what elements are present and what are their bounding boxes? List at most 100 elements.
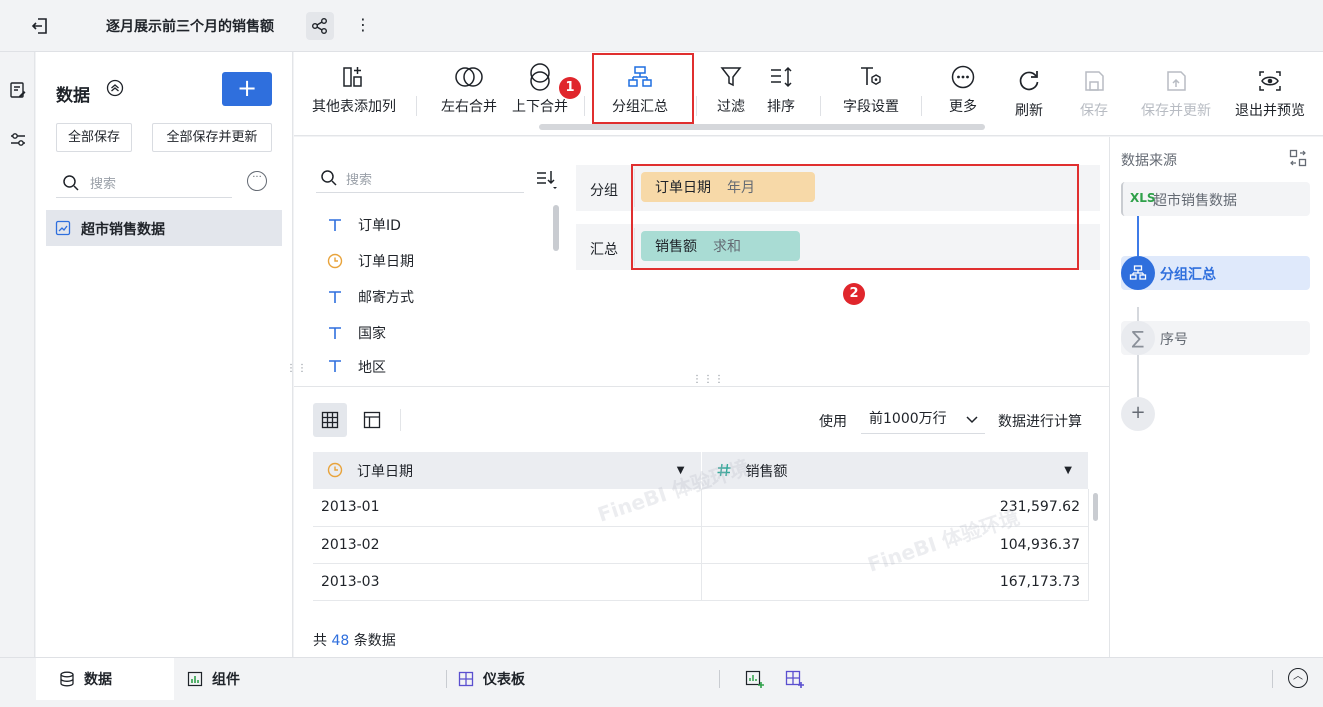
field-item[interactable]: 订单日期 (326, 249, 414, 273)
toolbar-label: 刷新 (1015, 103, 1043, 119)
dataset-item[interactable]: 超市销售数据 (46, 210, 282, 246)
flow-node-source[interactable]: XLS 超市销售数据 (1121, 182, 1310, 216)
column-header-label: 订单日期 (357, 463, 413, 480)
switch-view-icon[interactable] (1289, 149, 1307, 167)
top-bar: 逐月展示前三个月的销售额 ⋮ (0, 0, 1323, 52)
add-component-icon[interactable] (745, 669, 765, 689)
exit-icon[interactable] (30, 16, 50, 36)
field-search-input[interactable]: 搜索 (316, 165, 524, 193)
tab-label: 数据 (84, 672, 112, 688)
toolbar-divider (921, 96, 922, 116)
flow-node-label: 超市销售数据 (1153, 193, 1237, 209)
field-item[interactable]: 订单ID (326, 213, 401, 237)
flow-node-index[interactable]: ∑ 序号 (1121, 321, 1310, 355)
collapse-up-icon[interactable] (106, 79, 124, 97)
caret-down-icon[interactable]: ▼ (677, 465, 685, 476)
left-right-merge-button[interactable]: 左右合并 (437, 62, 501, 128)
table-cell[interactable]: 167,173.73 (701, 563, 1089, 601)
row-count-value: 48 (331, 633, 350, 649)
tab-divider (1272, 670, 1273, 688)
tab-dashboard[interactable]: 仪表板 (457, 658, 525, 700)
vertical-drag-handle[interactable]: ⋮⋮ (286, 364, 307, 374)
field-item[interactable]: 邮寄方式 (326, 285, 414, 309)
flow-node-group-summary[interactable]: 分组汇总 (1121, 256, 1310, 290)
save-update-icon (1167, 71, 1186, 91)
dataset-search-input[interactable]: 搜索 (56, 168, 232, 198)
expand-up-icon[interactable]: ︿ (1288, 668, 1308, 688)
use-label: 使用 (819, 414, 847, 430)
sort-button[interactable]: 排序 (762, 62, 800, 128)
row-limit-value: 前1000万行 (869, 411, 947, 427)
caret-down-icon[interactable]: ▼ (1064, 465, 1072, 476)
field-item[interactable]: 国家 (326, 321, 386, 345)
field-label: 地区 (358, 360, 386, 373)
row-limit-select[interactable]: 前1000万行 (861, 406, 985, 434)
field-list-scrollbar[interactable] (553, 205, 559, 251)
layout-view-button[interactable] (355, 403, 389, 437)
text-type-icon (326, 216, 344, 234)
add-dataset-button[interactable]: + (222, 72, 272, 106)
tab-data[interactable]: 数据 (36, 658, 174, 700)
save-all-button[interactable]: 全部保存 (56, 123, 132, 152)
add-column-from-table-button[interactable]: 其他表添加列 (308, 62, 400, 128)
add-step-button[interactable]: + (1121, 397, 1155, 431)
toolbar: 其他表添加列 左右合并 上下合并 分组汇总 过滤 排序 字段设置 更多 刷新 保… (294, 52, 1323, 136)
tab-divider (719, 670, 720, 688)
dataset-icon (55, 220, 71, 236)
save-update-button[interactable]: 保存并更新 (1136, 66, 1216, 132)
toolbar-label: 保存 (1080, 103, 1108, 119)
save-button[interactable]: 保存 (1074, 66, 1114, 132)
toolbar-label: 退出并预览 (1235, 103, 1305, 119)
toolbar-label: 更多 (949, 99, 977, 115)
table-cell[interactable]: 2013-03 (313, 563, 702, 601)
data-panel: 数据 + 全部保存 全部保存并更新 搜索 ··· 超市销售数据 (36, 52, 293, 657)
more-vertical-icon[interactable]: ⋮ (355, 14, 371, 38)
toolbar-label: 保存并更新 (1141, 103, 1211, 119)
field-sort-icon[interactable] (535, 168, 557, 190)
clock-icon (326, 252, 344, 270)
field-item[interactable]: 地区 (326, 357, 386, 373)
exit-preview-button[interactable]: 退出并预览 (1232, 66, 1308, 132)
tab-component[interactable]: 组件 (186, 658, 240, 700)
tab-divider (446, 670, 447, 688)
bottom-tab-bar: 数据 组件 仪表板 ︿ (0, 657, 1323, 707)
table-view-button[interactable] (313, 403, 347, 437)
database-icon (58, 670, 76, 688)
horizontal-drag-handle[interactable]: ⋮⋮⋮ (692, 374, 725, 385)
grid-icon (321, 411, 339, 429)
settings-sliders-icon[interactable] (8, 130, 28, 150)
more-options-icon[interactable]: ··· (247, 171, 267, 191)
tab-label: 仪表板 (483, 672, 525, 688)
save-all-update-button[interactable]: 全部保存并更新 (152, 123, 272, 152)
share-icon (312, 18, 327, 34)
row-count-suffix: 条数据 (353, 633, 396, 649)
horizontal-splitter[interactable]: ⋮⋮⋮ (294, 373, 1109, 387)
toolbar-scrollbar[interactable] (539, 124, 985, 130)
add-dashboard-icon[interactable] (785, 669, 805, 689)
table-cell[interactable]: 2013-02 (313, 526, 702, 564)
data-panel-title: 数据 (56, 86, 90, 106)
table-cell[interactable]: 231,597.62 (701, 489, 1089, 527)
field-label: 国家 (358, 326, 386, 342)
data-prep-icon[interactable] (8, 80, 28, 100)
table-scrollbar[interactable] (1093, 493, 1098, 521)
left-icon-rail (0, 52, 35, 657)
table-cell[interactable]: 104,936.37 (701, 526, 1089, 564)
preview-eye-icon (1259, 71, 1281, 91)
more-button[interactable]: 更多 (942, 62, 984, 128)
sigma-icon: ∑ (1121, 321, 1155, 355)
flow-node-label: 序号 (1160, 332, 1188, 348)
field-settings-button[interactable]: 字段设置 (838, 62, 904, 128)
bar-chart-icon (186, 670, 204, 688)
add-column-icon (343, 67, 362, 87)
table-cell[interactable]: 2013-01 (313, 489, 702, 527)
venn-horizontal-icon (455, 67, 483, 87)
column-header[interactable]: 订单日期 ▼ (313, 452, 702, 489)
share-button[interactable] (306, 12, 334, 40)
search-placeholder: 搜索 (346, 173, 373, 188)
table-row: 2013-03 167,173.73 (313, 563, 1089, 601)
field-settings-icon (861, 67, 881, 86)
column-header[interactable]: 销售额 ▼ (701, 452, 1089, 489)
filter-button[interactable]: 过滤 (712, 62, 750, 128)
refresh-button[interactable]: 刷新 (1008, 66, 1050, 132)
